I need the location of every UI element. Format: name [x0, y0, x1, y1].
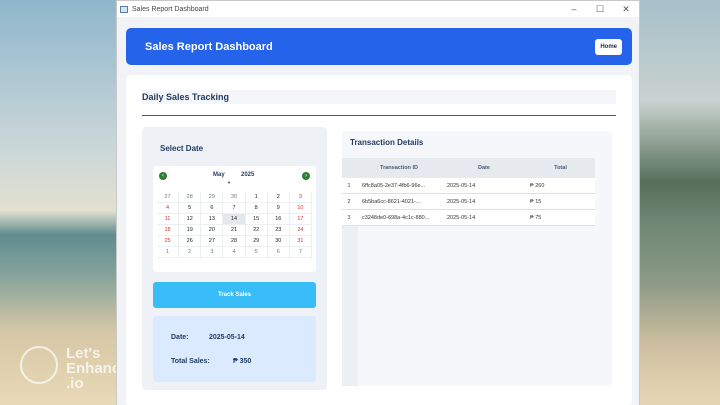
calendar-day[interactable]: 16	[267, 214, 290, 225]
next-month-icon[interactable]: ›	[302, 172, 310, 180]
desktop-background-right	[640, 0, 720, 405]
total-cell: ₱ 260	[530, 182, 545, 189]
calendar-day[interactable]: 24	[289, 225, 312, 236]
chevron-down-icon: ▼	[227, 180, 231, 185]
total-cell: ₱ 75	[530, 214, 542, 221]
transaction-id-cell: 6b5ba6cc-8621-4021-...	[362, 198, 421, 205]
home-button[interactable]: Home	[595, 38, 622, 55]
summary-date-value: 2025-05-14	[209, 334, 245, 341]
transactions-table: Transaction ID Date Total 1 6ffc8a05-2e3…	[342, 158, 595, 226]
watermark-icon	[20, 346, 58, 384]
watermark-logo: Let's Enhance .io	[18, 340, 129, 391]
calendar-day[interactable]: 1	[157, 247, 180, 258]
date-cell: 2025-05-14	[447, 214, 476, 221]
column-header[interactable]: Transaction ID	[356, 165, 442, 171]
app-icon	[120, 5, 128, 13]
calendar-day[interactable]: 18	[157, 225, 180, 236]
column-header[interactable]: Total	[526, 165, 595, 171]
table-row[interactable]: 3 c3248de0-698a-4c1c-880... 2025-05-14 ₱…	[342, 210, 595, 226]
calendar-day[interactable]: 13	[201, 214, 224, 225]
calendar-day[interactable]: 1	[245, 192, 268, 203]
calendar-day[interactable]: 15	[245, 214, 268, 225]
calendar-day[interactable]: 30	[223, 192, 246, 203]
transactions-title: Transaction Details	[350, 138, 424, 147]
table-row[interactable]: 1 6ffc8a05-2e37-4fb6-96e... 2025-05-14 ₱…	[342, 178, 595, 194]
calendar-day[interactable]: 9	[267, 203, 290, 214]
calendar-day[interactable]: 4	[223, 247, 246, 258]
select-date-label: Select Date	[160, 144, 204, 153]
calendar-day[interactable]: 27	[201, 236, 224, 247]
track-sales-button[interactable]: Track Sales	[153, 282, 316, 308]
date-cell: 2025-05-14	[447, 198, 476, 205]
page-title: Sales Report Dashboard	[145, 40, 273, 53]
section-title: Daily Sales Tracking	[142, 90, 616, 104]
close-button[interactable]: ✕	[613, 1, 639, 17]
calendar-day[interactable]: 22	[245, 225, 268, 236]
total-cell: ₱ 15	[530, 198, 542, 205]
calendar-day[interactable]: 7	[289, 247, 312, 258]
maximize-button[interactable]: ☐	[587, 1, 613, 17]
calendar-day[interactable]: 17	[289, 214, 312, 225]
header-bar: Sales Report Dashboard Home	[126, 28, 632, 65]
column-header[interactable]: Date	[442, 165, 526, 171]
calendar-grid: 27 28 29 30 1 2 3 4 5 6 7 8 9 10 11 12 13 14 15 16 17 18 19 20 2…	[157, 192, 312, 258]
calendar-day[interactable]: 28	[179, 192, 202, 203]
calendar-day[interactable]: 20	[201, 225, 224, 236]
year-select[interactable]: 2025	[241, 172, 254, 178]
row-index: 3	[347, 214, 351, 221]
calendar-day[interactable]: 14	[223, 214, 246, 225]
calendar-day[interactable]: 8	[245, 203, 268, 214]
calendar-day[interactable]: 6	[201, 203, 224, 214]
section-divider	[142, 115, 616, 116]
calendar-day[interactable]: 28	[223, 236, 246, 247]
table-header: Transaction ID Date Total	[342, 158, 595, 178]
calendar-day[interactable]: 23	[267, 225, 290, 236]
main-card: Daily Sales Tracking Select Date ‹ May ▼…	[126, 75, 632, 405]
calendar-day[interactable]: 31	[289, 236, 312, 247]
calendar-day[interactable]: 11	[157, 214, 180, 225]
summary-total-value: ₱ 350	[233, 358, 252, 365]
calendar-day[interactable]: 12	[179, 214, 202, 225]
table-side-gutter	[342, 224, 358, 386]
calendar-day[interactable]: 7	[223, 203, 246, 214]
calendar-day[interactable]: 2	[267, 192, 290, 203]
calendar-day[interactable]: 21	[223, 225, 246, 236]
calendar-day[interactable]: 27	[157, 192, 180, 203]
window-title: Sales Report Dashboard	[132, 5, 209, 13]
calendar-day[interactable]: 25	[157, 236, 180, 247]
minimize-button[interactable]: –	[561, 1, 587, 17]
app-window: Sales Report Dashboard – ☐ ✕ Sales Repor…	[116, 0, 640, 405]
calendar-header: ‹ May ▼ 2025 ›	[153, 170, 316, 185]
date-cell: 2025-05-14	[447, 182, 476, 189]
transaction-id-cell: c3248de0-698a-4c1c-880...	[362, 214, 430, 221]
calendar-day[interactable]: 5	[245, 247, 268, 258]
calendar-day[interactable]: 19	[179, 225, 202, 236]
calendar-day[interactable]: 26	[179, 236, 202, 247]
calendar-day[interactable]: 2	[179, 247, 202, 258]
calendar-day[interactable]: 3	[201, 247, 224, 258]
calendar-day[interactable]: 4	[157, 203, 180, 214]
calendar-day[interactable]: 10	[289, 203, 312, 214]
row-index: 2	[347, 198, 351, 205]
table-row[interactable]: 2 6b5ba6cc-8621-4021-... 2025-05-14 ₱ 15	[342, 194, 595, 210]
month-select[interactable]: May	[213, 172, 225, 178]
app-content: Sales Report Dashboard Home Daily Sales …	[117, 17, 639, 405]
calendar-day[interactable]: 6	[267, 247, 290, 258]
calendar: ‹ May ▼ 2025 › 27 28 29 30 1 2 3 4 5 6 7 8 9 10 11 12 13…	[153, 166, 316, 272]
row-index: 1	[347, 182, 351, 189]
calendar-day[interactable]: 3	[289, 192, 312, 203]
calendar-day[interactable]: 30	[267, 236, 290, 247]
transaction-id-cell: 6ffc8a05-2e37-4fb6-96e...	[362, 182, 426, 189]
title-bar: Sales Report Dashboard – ☐ ✕	[117, 1, 639, 17]
calendar-day[interactable]: 29	[201, 192, 224, 203]
date-panel: Select Date ‹ May ▼ 2025 › 27 28 29 30 1 2 3 4 5…	[142, 127, 327, 390]
sales-summary: Date: 2025-05-14 Total Sales: ₱ 350	[153, 316, 316, 382]
calendar-day[interactable]: 5	[179, 203, 202, 214]
prev-month-icon[interactable]: ‹	[159, 172, 167, 180]
summary-total-label: Total Sales:	[171, 358, 210, 365]
calendar-day[interactable]: 29	[245, 236, 268, 247]
summary-date-label: Date:	[171, 334, 189, 341]
transactions-panel: Transaction Details Transaction ID Date …	[342, 131, 612, 386]
